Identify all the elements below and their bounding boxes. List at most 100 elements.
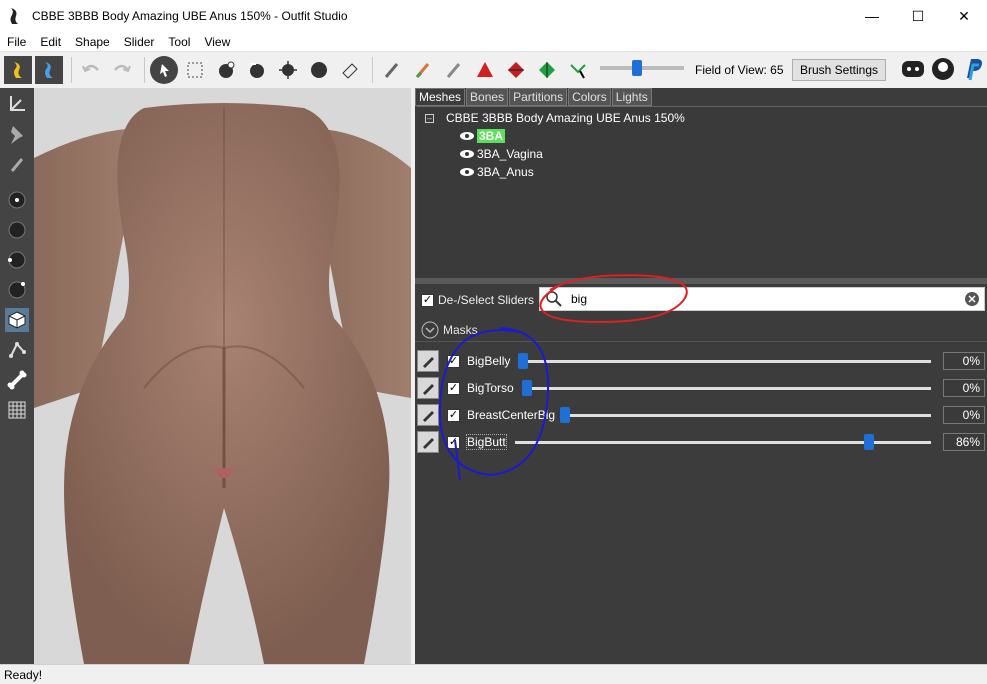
fov-label: Field of View: 65 <box>695 63 784 77</box>
deflate-brush-icon[interactable] <box>243 56 271 84</box>
sphere-left-dot-icon[interactable] <box>5 248 29 272</box>
eye-icon[interactable] <box>459 131 475 141</box>
bone-edge-icon[interactable] <box>5 338 29 362</box>
slider-thumb[interactable] <box>864 434 874 450</box>
inflate-brush-icon[interactable] <box>212 56 240 84</box>
slider-value[interactable]: 86% <box>943 433 985 451</box>
masks-label: Masks <box>443 322 478 337</box>
slider-track[interactable] <box>523 360 931 363</box>
left-tool-strip <box>0 88 34 664</box>
deselect-sliders-checkbox[interactable]: ✓ <box>421 293 434 307</box>
status-bar: Ready! <box>0 664 987 684</box>
sphere-top-dot-icon[interactable] <box>5 278 29 302</box>
fov-slider-thumb[interactable] <box>632 60 642 76</box>
edit-slider-pencil-icon[interactable] <box>417 350 439 372</box>
pencil-tool-icon[interactable] <box>5 152 29 176</box>
search-icon <box>546 291 562 307</box>
slider-row: ✓ BigBelly 0% <box>415 349 987 373</box>
color-brush-icon[interactable] <box>409 56 437 84</box>
eye-icon[interactable] <box>459 149 475 159</box>
tree-root[interactable]: – CBBE 3BBB Body Amazing UBE Anus 150% <box>425 111 685 125</box>
transform-icon[interactable] <box>35 56 63 84</box>
tab-colors[interactable]: Colors <box>568 88 611 106</box>
slider-search-field[interactable]: big <box>539 287 985 311</box>
mesh-tree: – CBBE 3BBB Body Amazing UBE Anus 150% 3… <box>417 106 987 278</box>
slider-checkbox[interactable]: ✓ <box>447 435 460 449</box>
deselect-sliders-toggle[interactable]: ✓ De-/Select Sliders <box>421 293 534 307</box>
mask-brush-icon[interactable] <box>181 56 209 84</box>
slider-row: ✓ BigButt 86% <box>415 430 987 454</box>
slider-search-input[interactable]: big <box>571 292 587 306</box>
eye-icon[interactable] <box>459 167 475 177</box>
slider-filter-bar: ✓ De-/Select Sliders big <box>415 284 987 316</box>
minimize-button[interactable]: — <box>849 0 895 32</box>
menu-tool[interactable]: Tool <box>161 35 197 49</box>
slider-track[interactable] <box>527 387 931 390</box>
collapse-vertex-icon[interactable] <box>471 56 499 84</box>
alpha-brush-icon[interactable] <box>440 56 468 84</box>
weight-brush-icon[interactable] <box>378 56 406 84</box>
menu-file[interactable]: File <box>0 35 33 49</box>
edit-slider-pencil-icon[interactable] <box>417 404 439 426</box>
slider-thumb[interactable] <box>522 380 532 396</box>
tab-lights[interactable]: Lights <box>611 88 652 106</box>
tab-meshes[interactable]: Meshes <box>415 88 466 106</box>
slider-value[interactable]: 0% <box>943 379 985 397</box>
chevron-down-icon[interactable] <box>421 321 439 339</box>
mesh-item[interactable]: 3BA_Vagina <box>459 147 543 161</box>
bone-icon[interactable] <box>5 368 29 392</box>
menu-view[interactable]: View <box>197 35 237 49</box>
discord-icon[interactable] <box>900 56 926 82</box>
undo-icon[interactable] <box>77 56 105 84</box>
select-mode-icon[interactable] <box>4 56 32 84</box>
outfit-studio-app-icon <box>10 8 18 24</box>
menu-shape[interactable]: Shape <box>68 35 117 49</box>
undiff-brush-icon[interactable] <box>336 56 364 84</box>
masks-section[interactable]: Masks <box>415 318 987 342</box>
slider-value[interactable]: 0% <box>943 352 985 370</box>
clear-search-icon[interactable] <box>964 291 980 307</box>
split-edge-icon[interactable] <box>533 56 561 84</box>
mesh-item[interactable]: 3BA_Anus <box>459 165 534 179</box>
smooth-brush-icon[interactable] <box>305 56 333 84</box>
move-brush-icon[interactable] <box>274 56 302 84</box>
right-panel: Meshes Bones Partitions Colors Lights – … <box>415 88 987 664</box>
github-icon[interactable] <box>930 56 956 82</box>
slider-name: BreastCenterBig <box>467 408 556 422</box>
select-brush-icon[interactable] <box>150 56 178 84</box>
move-vertex-icon[interactable] <box>564 56 592 84</box>
slider-checkbox[interactable]: ✓ <box>447 381 460 395</box>
slider-thumb[interactable] <box>560 407 570 423</box>
3d-viewport[interactable] <box>34 88 411 664</box>
axis-tool-icon[interactable] <box>5 92 29 116</box>
paypal-icon[interactable] <box>960 56 986 82</box>
slider-checkbox[interactable]: ✓ <box>447 354 460 368</box>
slider-checkbox[interactable]: ✓ <box>447 408 460 422</box>
flip-edge-icon[interactable] <box>502 56 530 84</box>
body-mesh-render <box>34 103 411 664</box>
close-button[interactable]: ✕ <box>941 0 987 32</box>
slider-name: BigBelly <box>467 354 511 368</box>
cube-icon[interactable] <box>5 308 29 332</box>
brush-settings-button[interactable]: Brush Settings <box>792 59 886 81</box>
menu-slider[interactable]: Slider <box>117 35 162 49</box>
tab-bones[interactable]: Bones <box>466 88 509 106</box>
menu-bar: File Edit Shape Slider Tool View <box>0 32 987 52</box>
slider-track[interactable] <box>565 414 931 417</box>
menu-edit[interactable]: Edit <box>33 35 68 49</box>
mesh-item[interactable]: 3BA <box>459 129 506 143</box>
pin-tool-icon[interactable] <box>5 122 29 146</box>
edit-slider-pencil-icon[interactable] <box>417 377 439 399</box>
redo-icon[interactable] <box>108 56 136 84</box>
tab-partitions[interactable]: Partitions <box>509 88 568 106</box>
vertex-dot-icon[interactable] <box>5 188 29 212</box>
edit-slider-pencil-icon[interactable] <box>417 431 439 453</box>
grid-icon[interactable] <box>5 398 29 422</box>
slider-value[interactable]: 0% <box>943 406 985 424</box>
slider-thumb[interactable] <box>518 353 528 369</box>
mesh-label: 3BA_Vagina <box>477 147 543 161</box>
maximize-button[interactable]: ☐ <box>895 0 941 32</box>
collapse-icon[interactable]: – <box>425 113 434 123</box>
fov-slider-track[interactable] <box>600 66 684 70</box>
solid-sphere-icon[interactable] <box>5 218 29 242</box>
